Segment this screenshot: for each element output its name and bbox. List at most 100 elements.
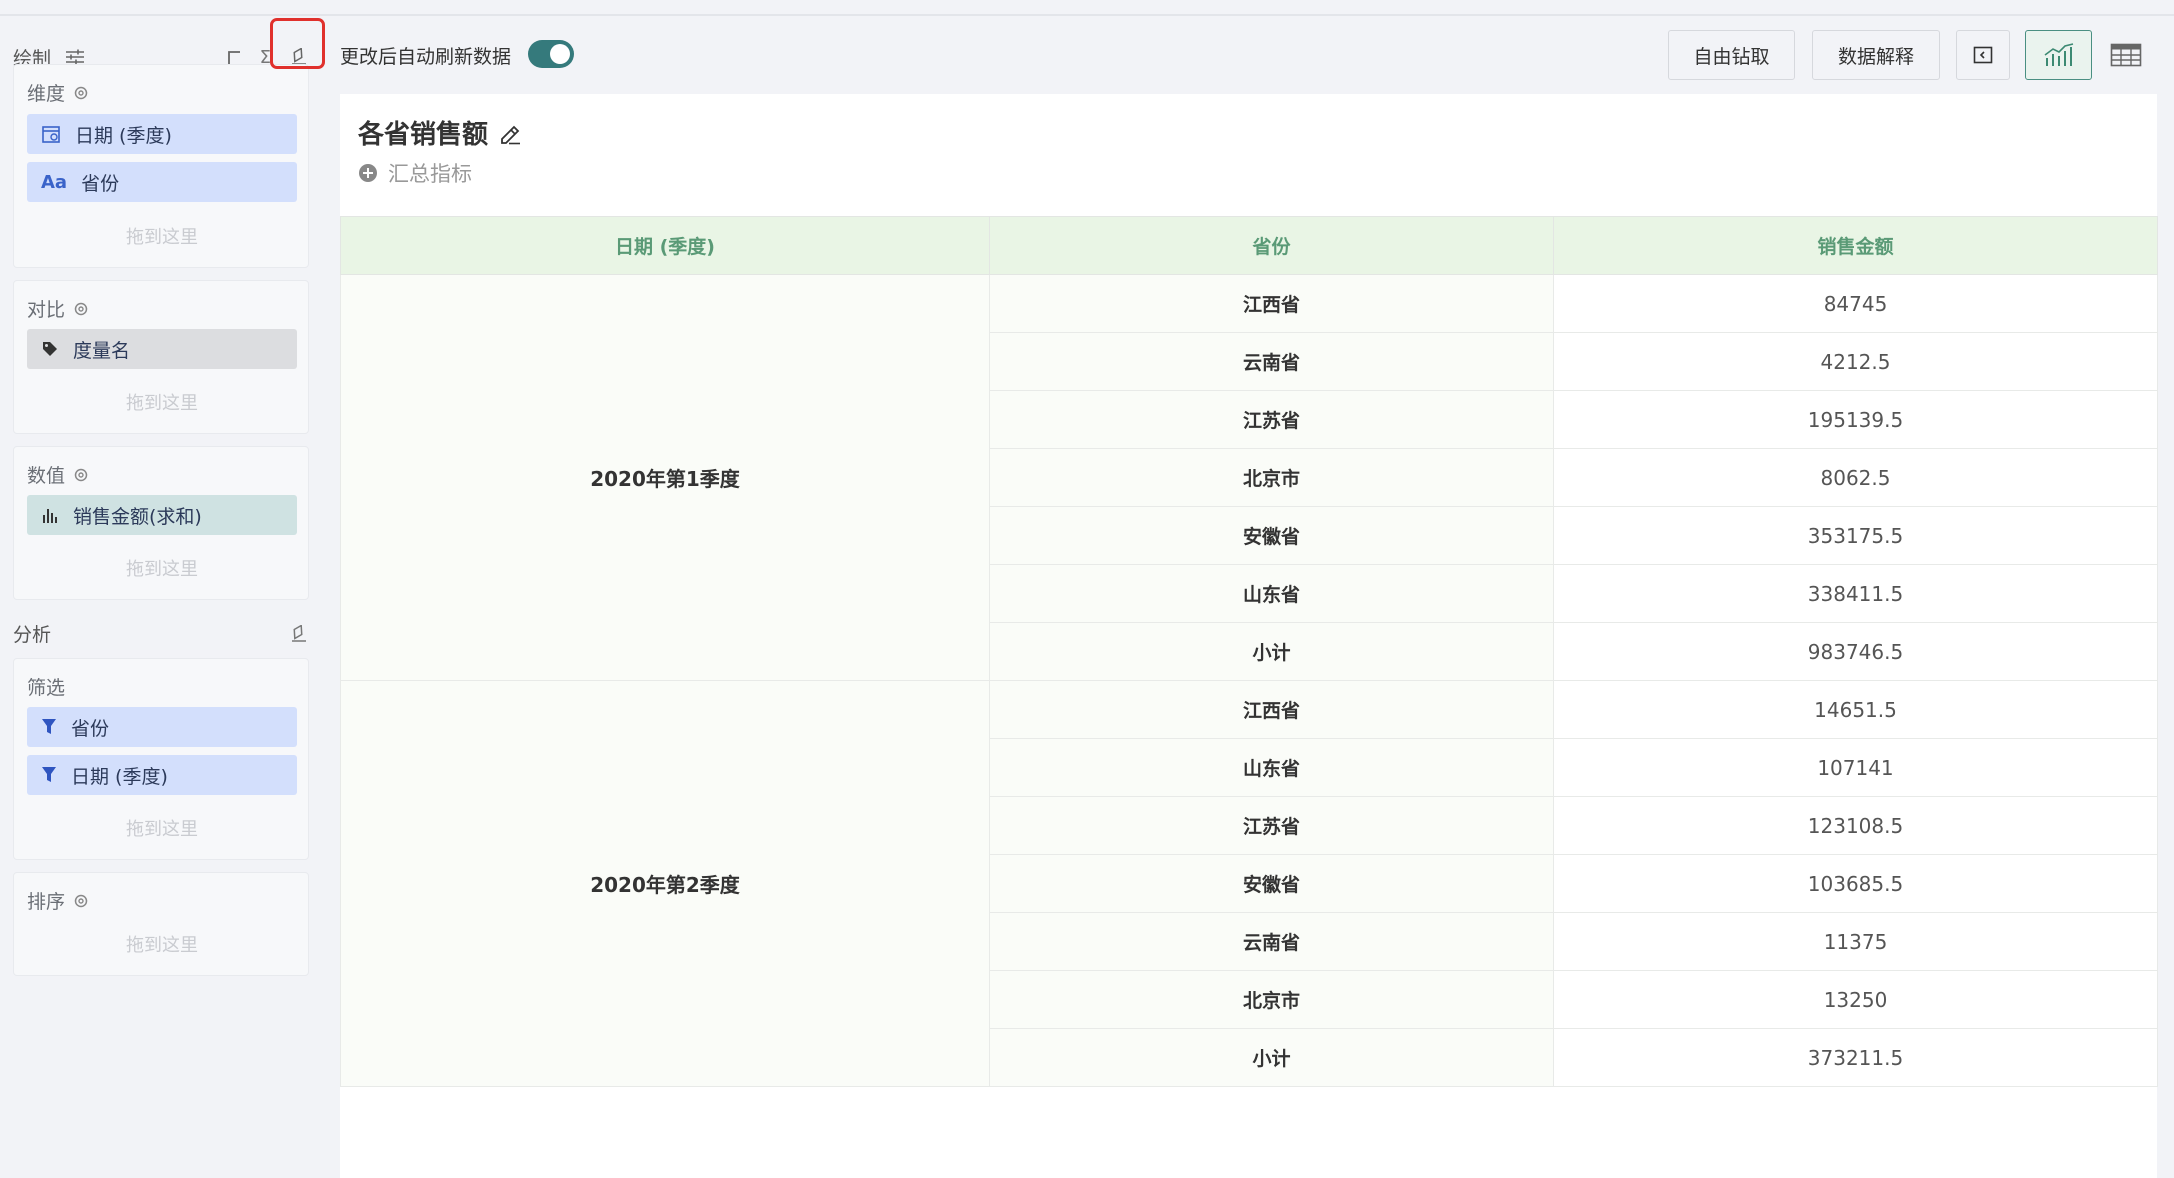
chart-title-text: 各省销售额 xyxy=(358,120,489,150)
quarter-cell: 2020年第2季度 xyxy=(340,680,990,1087)
drop-hint[interactable]: 拖到这里 xyxy=(14,931,310,957)
filter-pill-province[interactable]: 省份 xyxy=(27,707,297,747)
table-view-button[interactable] xyxy=(2094,30,2158,80)
value-cell: 13250 xyxy=(1553,970,2158,1029)
tag-icon xyxy=(41,340,59,358)
text-type-icon: Aa xyxy=(41,171,68,193)
gear-icon[interactable] xyxy=(73,85,89,101)
panel-collapse-icon xyxy=(1973,46,1993,64)
filter-panel: 筛选 省份 日期 (季度) 拖到这里 xyxy=(13,658,309,860)
value-cell: 353175.5 xyxy=(1553,506,2158,565)
value-cell: 84745 xyxy=(1553,274,2158,333)
province-cell: 江苏省 xyxy=(989,390,1554,449)
dimension-pill-province[interactable]: Aa 省份 xyxy=(27,162,297,202)
values-title: 数值 xyxy=(27,461,89,488)
pill-label: 省份 xyxy=(81,172,120,195)
subtotal-label-cell: 小计 xyxy=(989,622,1554,681)
value-cell: 14651.5 xyxy=(1553,680,2158,739)
eraser-icon[interactable] xyxy=(289,624,309,643)
drop-hint[interactable]: 拖到这里 xyxy=(14,223,310,249)
gear-icon[interactable] xyxy=(73,301,89,317)
subtotal-value-cell: 983746.5 xyxy=(1553,622,2158,681)
pill-label: 省份 xyxy=(71,717,110,740)
values-panel: 数值 销售金额(求和) 拖到这里 xyxy=(13,446,309,600)
pill-label: 日期 (季度) xyxy=(71,765,168,788)
toggle-knob xyxy=(550,44,570,64)
drop-hint[interactable]: 拖到这里 xyxy=(14,555,310,581)
province-cell: 北京市 xyxy=(989,448,1554,507)
pill-label: 销售金额(求和) xyxy=(73,505,202,528)
drill-button[interactable]: 自由钻取 xyxy=(1668,30,1795,80)
table-row: 2020年第1季度 江西省 84745 xyxy=(340,274,2158,681)
bar-chart-icon xyxy=(41,506,59,524)
gear-icon[interactable] xyxy=(73,893,89,909)
data-table: 日期 (季度) 省份 销售金额 2020年第1季度 江西省 84745 云南省 … xyxy=(340,216,2158,1087)
add-metric-label: 汇总指标 xyxy=(388,162,472,186)
corner-icon[interactable] xyxy=(226,49,242,65)
province-cell: 云南省 xyxy=(989,332,1554,391)
filter-title: 筛选 xyxy=(27,677,66,699)
province-cell: 云南省 xyxy=(989,912,1554,971)
quarter-cell: 2020年第1季度 xyxy=(340,274,990,681)
province-cell: 山东省 xyxy=(989,738,1554,797)
province-cell: 山东省 xyxy=(989,564,1554,623)
filter-pill-date-quarter[interactable]: 日期 (季度) xyxy=(27,755,297,795)
analysis-header: 分析 xyxy=(13,620,309,647)
sort-title: 排序 xyxy=(27,887,89,914)
calendar-icon xyxy=(41,124,61,144)
collapse-panel-button[interactable] xyxy=(1956,30,2010,80)
analysis-label: 分析 xyxy=(13,624,52,646)
filter-icon xyxy=(41,766,57,784)
subtotal-label-cell: 小计 xyxy=(989,1028,1554,1087)
province-cell: 安徽省 xyxy=(989,506,1554,565)
province-cell: 江苏省 xyxy=(989,796,1554,855)
province-cell: 江西省 xyxy=(989,274,1554,333)
chart-title: 各省销售额 xyxy=(358,114,522,151)
value-cell: 11375 xyxy=(1553,912,2158,971)
compare-pill-measure-name[interactable]: 度量名 xyxy=(27,329,297,369)
filter-icon xyxy=(41,718,57,736)
province-cell: 江西省 xyxy=(989,680,1554,739)
dimension-pill-date-quarter[interactable]: 日期 (季度) xyxy=(27,114,297,154)
compare-title: 对比 xyxy=(27,295,89,322)
settings-sliders-icon[interactable] xyxy=(65,49,85,65)
drop-hint[interactable]: 拖到这里 xyxy=(14,815,310,841)
compare-panel: 对比 度量名 拖到这里 xyxy=(13,280,309,434)
value-pill-sales-sum[interactable]: 销售金额(求和) xyxy=(27,495,297,535)
column-header-sales[interactable]: 销售金额 xyxy=(1553,216,2158,275)
value-cell: 107141 xyxy=(1553,738,2158,797)
auto-refresh-label: 更改后自动刷新数据 xyxy=(340,46,512,68)
gear-icon[interactable] xyxy=(73,467,89,483)
top-border xyxy=(0,0,2174,16)
column-header-province[interactable]: 省份 xyxy=(989,216,1554,275)
value-cell: 123108.5 xyxy=(1553,796,2158,855)
subtotal-value-cell: 373211.5 xyxy=(1553,1028,2158,1087)
chart-view-button[interactable] xyxy=(2025,30,2092,80)
sort-panel: 排序 拖到这里 xyxy=(13,872,309,976)
highlight-annotation xyxy=(270,18,325,69)
pencil-icon[interactable] xyxy=(498,121,522,145)
column-header-date[interactable]: 日期 (季度) xyxy=(340,216,990,275)
value-cell: 103685.5 xyxy=(1553,854,2158,913)
value-cell: 338411.5 xyxy=(1553,564,2158,623)
table-row: 2020年第2季度 江西省 14651.5 xyxy=(340,680,2158,1087)
table-header-row: 日期 (季度) 省份 销售金额 xyxy=(340,216,2158,275)
chart-card: 各省销售额 汇总指标 日期 (季度) 省份 销售金额 2020年第1季度 江西省 xyxy=(340,94,2158,1178)
province-cell: 北京市 xyxy=(989,970,1554,1029)
auto-refresh-toggle[interactable] xyxy=(528,40,574,68)
value-cell: 195139.5 xyxy=(1553,390,2158,449)
drop-hint[interactable]: 拖到这里 xyxy=(14,389,310,415)
pill-label: 度量名 xyxy=(73,339,131,362)
province-cell: 安徽省 xyxy=(989,854,1554,913)
value-cell: 8062.5 xyxy=(1553,448,2158,507)
pill-label: 日期 (季度) xyxy=(75,124,172,147)
dimensions-panel: 维度 日期 (季度) Aa 省份 拖到这里 xyxy=(13,64,309,268)
combo-chart-icon xyxy=(2043,42,2075,68)
plus-circle-icon xyxy=(358,163,378,183)
value-cell: 4212.5 xyxy=(1553,332,2158,391)
dimensions-title: 维度 xyxy=(27,79,89,106)
explain-button[interactable]: 数据解释 xyxy=(1812,30,1940,80)
sidebar: 绘制 Σ 维度 日期 (季度) Aa 省份 拖到这里 对比 度量名 拖到这里 数… xyxy=(0,16,322,1178)
table-icon xyxy=(2110,43,2142,67)
add-summary-metric[interactable]: 汇总指标 xyxy=(358,158,472,188)
